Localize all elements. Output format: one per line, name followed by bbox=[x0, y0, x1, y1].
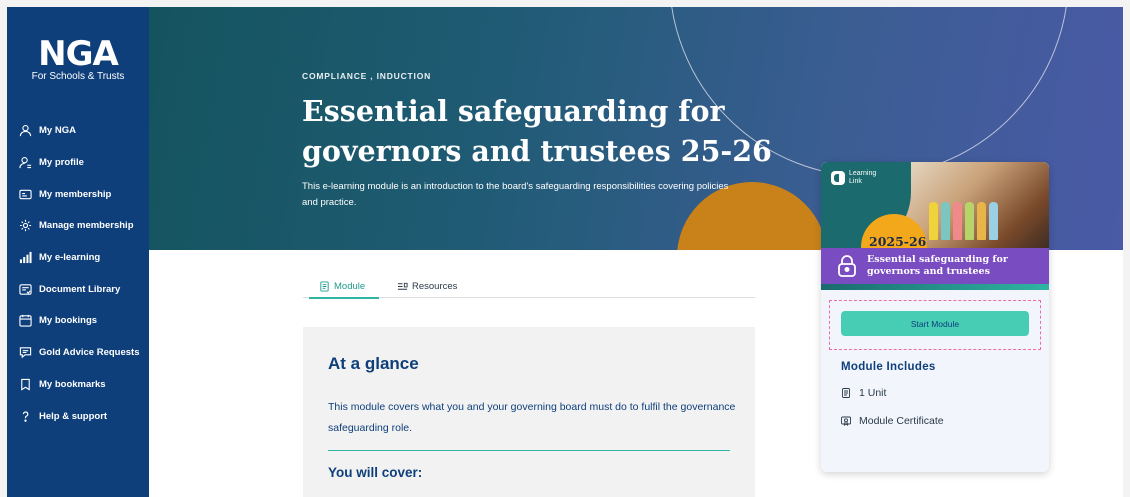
user-icon bbox=[19, 124, 32, 137]
paper-figure bbox=[977, 202, 986, 240]
tab-resources[interactable]: Resources bbox=[397, 275, 457, 298]
divider bbox=[328, 450, 730, 451]
paper-figure bbox=[953, 202, 962, 240]
module-categories: COMPLIANCE , INDUCTION bbox=[302, 71, 432, 81]
you-will-cover-heading: You will cover: bbox=[328, 465, 423, 480]
module-thumbnail: Learning Link 2025-26 Essential safeguar… bbox=[821, 162, 1049, 290]
at-a-glance-text: This module covers what you and your gov… bbox=[328, 401, 736, 434]
page-title: Essential safeguarding for governors and… bbox=[302, 94, 772, 168]
learning-link-label: Learning Link bbox=[849, 170, 877, 185]
year-label: 2025-26 bbox=[869, 234, 927, 249]
includes-item-certificate: Module Certificate bbox=[841, 415, 944, 427]
includes-item-label: Module Certificate bbox=[859, 415, 944, 427]
at-a-glance-panel: At a glance This module covers what you … bbox=[303, 327, 755, 497]
sidebar-item-help-support[interactable]: Help & support bbox=[7, 400, 149, 432]
module-includes-heading: Module Includes bbox=[841, 361, 936, 373]
sidebar-item-label: Manage membership bbox=[39, 220, 134, 232]
sidebar-item-my-nga[interactable]: My NGA bbox=[7, 115, 149, 147]
id-card-icon bbox=[19, 188, 32, 201]
logo-subtitle: For Schools & Trusts bbox=[31, 71, 125, 82]
sidebar-item-my-profile[interactable]: My profile bbox=[7, 147, 149, 179]
sidebar-item-my-e-learning[interactable]: My e-learning bbox=[7, 242, 149, 274]
sidebar-item-my-bookings[interactable]: My bookings bbox=[7, 305, 149, 337]
sidebar-item-my-membership[interactable]: My membership bbox=[7, 178, 149, 210]
chat-icon bbox=[19, 346, 32, 359]
resources-icon bbox=[397, 282, 408, 290]
at-a-glance-heading: At a glance bbox=[328, 354, 419, 373]
paper-figure bbox=[965, 202, 974, 240]
nga-logo[interactable]: NGA For Schools & Trusts bbox=[17, 37, 139, 83]
paper-figure bbox=[989, 202, 998, 240]
start-module-highlight: Start Module bbox=[829, 300, 1041, 350]
thumbnail-strip bbox=[821, 284, 1049, 290]
includes-item-unit: 1 Unit bbox=[841, 387, 886, 399]
paper-figure bbox=[941, 202, 950, 240]
sidebar-item-my-bookmarks[interactable]: My bookmarks bbox=[7, 369, 149, 401]
sidebar-item-document-library[interactable]: Document Library bbox=[7, 273, 149, 305]
question-icon bbox=[19, 410, 32, 423]
tab-module[interactable]: Module bbox=[308, 275, 380, 299]
module-card: Learning Link 2025-26 Essential safeguar… bbox=[821, 162, 1049, 472]
bookmark-icon bbox=[19, 378, 32, 391]
document-icon bbox=[19, 283, 32, 296]
sidebar: NGA For Schools & Trusts My NGA My profi… bbox=[7, 7, 149, 497]
sidebar-item-label: My membership bbox=[39, 188, 112, 200]
paper-figure bbox=[929, 202, 938, 240]
unit-icon bbox=[842, 388, 850, 398]
includes-item-label: 1 Unit bbox=[859, 387, 887, 399]
calendar-icon bbox=[19, 314, 32, 328]
logo-mark: NGA bbox=[38, 34, 119, 74]
sidebar-item-label: My profile bbox=[39, 157, 84, 169]
sidebar-item-manage-membership[interactable]: Manage membership bbox=[7, 210, 149, 242]
module-description: This e-learning module is an introductio… bbox=[302, 181, 729, 208]
lock-icon bbox=[838, 255, 856, 277]
module-tabs: Module Resources bbox=[303, 275, 755, 299]
sidebar-item-label: My bookings bbox=[39, 315, 98, 327]
certificate-icon bbox=[841, 416, 851, 426]
tab-label: Resources bbox=[412, 281, 458, 292]
thumbnail-title-band: Essential safeguarding for governors and… bbox=[821, 248, 1049, 284]
start-module-button[interactable]: Start Module bbox=[841, 311, 1029, 336]
sidebar-item-label: My NGA bbox=[39, 125, 76, 137]
bar-chart-icon bbox=[19, 251, 32, 264]
app-frame: NGA For Schools & Trusts My NGA My profi… bbox=[7, 7, 1123, 497]
learning-link-icon bbox=[831, 171, 845, 185]
sidebar-item-label: My bookmarks bbox=[39, 378, 106, 390]
learning-link-logo: Learning Link bbox=[831, 170, 883, 186]
sidebar-item-label: Gold Advice Requests bbox=[39, 347, 140, 359]
sidebar-item-label: Document Library bbox=[39, 283, 121, 295]
profile-icon bbox=[19, 156, 32, 169]
module-icon bbox=[320, 281, 329, 292]
sidebar-item-gold-advice-requests[interactable]: Gold Advice Requests bbox=[7, 337, 149, 369]
gear-icon bbox=[19, 219, 32, 232]
sidebar-item-label: My e-learning bbox=[39, 252, 101, 264]
sidebar-item-label: Help & support bbox=[39, 410, 108, 422]
thumbnail-title: Essential safeguarding for governors and… bbox=[867, 254, 1008, 277]
tab-label: Module bbox=[334, 281, 366, 292]
sidebar-nav: My NGA My profile My membership Manage m… bbox=[7, 115, 149, 432]
